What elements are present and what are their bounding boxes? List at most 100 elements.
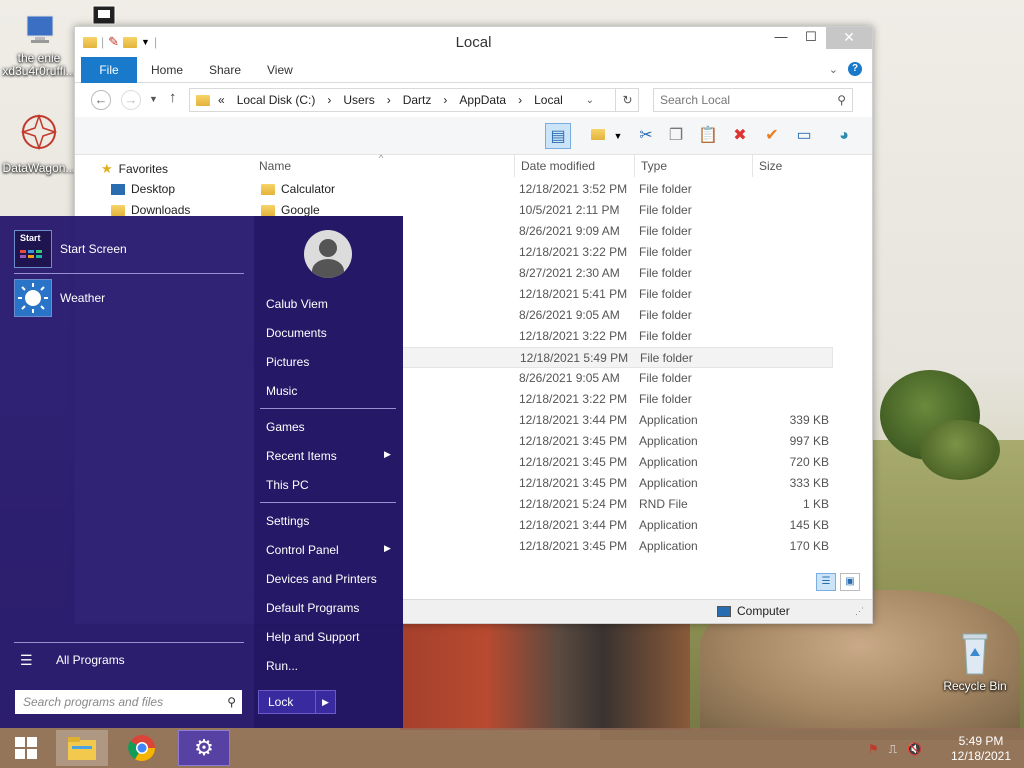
- user-avatar[interactable]: [304, 230, 352, 278]
- maximize-button[interactable]: ☐: [796, 27, 826, 49]
- breadcrumb-item[interactable]: Users: [343, 93, 374, 107]
- volume-muted-icon[interactable]: 🔇: [907, 742, 922, 756]
- help-icon[interactable]: ?: [848, 62, 862, 76]
- breadcrumb-sep[interactable]: ›: [518, 93, 522, 107]
- nav-downloads[interactable]: Downloads: [111, 203, 190, 217]
- desktop-icon-recycle-bin[interactable]: Recycle Bin: [936, 630, 1014, 693]
- weather-tile[interactable]: [14, 279, 52, 317]
- chevron-right-icon[interactable]: ▶: [315, 691, 335, 713]
- window-controls: — ☐ ✕: [766, 27, 872, 49]
- breadcrumb-sep[interactable]: ›: [443, 93, 447, 107]
- menu-label: Run...: [266, 659, 299, 673]
- menu-item-help-support[interactable]: Help and Support: [266, 630, 359, 644]
- breadcrumb-chevron[interactable]: «: [218, 93, 225, 107]
- tab-home[interactable]: Home: [151, 57, 183, 83]
- move-to-icon[interactable]: [585, 123, 611, 149]
- tab-share[interactable]: Share: [209, 57, 241, 83]
- row-date: 12/18/2021 3:22 PM: [519, 392, 628, 406]
- row-date: 8/26/2021 9:05 AM: [519, 308, 620, 322]
- breadcrumb-sep[interactable]: ›: [327, 93, 331, 107]
- up-button[interactable]: ↑: [169, 89, 177, 106]
- menu-item-settings[interactable]: Settings: [266, 514, 309, 528]
- menu-item-recent-items[interactable]: Recent Items ▶: [266, 449, 391, 463]
- recent-locations-icon[interactable]: ▼: [149, 94, 158, 104]
- start-screen-tile[interactable]: Start: [14, 230, 52, 268]
- minimize-button[interactable]: —: [766, 27, 796, 49]
- start-screen-label[interactable]: Start Screen: [60, 242, 127, 256]
- column-date[interactable]: Date modified: [515, 155, 635, 177]
- breadcrumb-sep[interactable]: ›: [387, 93, 391, 107]
- row-type: Application: [639, 518, 698, 532]
- delete-icon[interactable]: ✖: [727, 123, 753, 149]
- breadcrumb-item[interactable]: Local Disk (C:): [237, 93, 316, 107]
- avatar-body: [312, 259, 344, 278]
- all-programs[interactable]: All Programs: [56, 653, 125, 667]
- forward-button[interactable]: →: [121, 90, 141, 110]
- cut-icon[interactable]: ✂: [633, 123, 659, 149]
- nav-favorites[interactable]: ★ Favorites: [101, 161, 168, 177]
- large-icons-view-icon[interactable]: ▣: [840, 573, 860, 591]
- chevron-down-icon[interactable]: ⌄: [829, 63, 838, 76]
- address-bar[interactable]: « Local Disk (C:) › Users › Dartz › AppD…: [189, 88, 639, 112]
- chevron-down-icon[interactable]: ▼: [611, 123, 625, 149]
- desktop-icon-datawagon[interactable]: DataWagon...: [0, 110, 78, 175]
- taskbar-chrome[interactable]: [116, 730, 168, 766]
- datawagon-icon: [19, 110, 59, 151]
- copy-icon[interactable]: ❐: [663, 123, 689, 149]
- preview-pane-icon[interactable]: ▤: [545, 123, 571, 149]
- row-type: File folder: [639, 308, 692, 322]
- taskbar-settings[interactable]: ⚙: [178, 730, 230, 766]
- column-size[interactable]: Size: [753, 155, 833, 177]
- resize-grip-icon[interactable]: ⋰: [855, 606, 864, 617]
- menu-item-games[interactable]: Games: [266, 420, 305, 434]
- breadcrumb-item[interactable]: Local: [534, 93, 563, 107]
- table-row[interactable]: Calculator 12/18/2021 3:52 PM File folder: [253, 179, 833, 200]
- user-name[interactable]: Calub Viem: [266, 297, 328, 311]
- start-search-input[interactable]: Search programs and files ⚲: [15, 690, 242, 714]
- globe-icon[interactable]: ◕: [831, 123, 857, 149]
- row-size: 997 KB: [789, 434, 829, 448]
- chevron-down-icon[interactable]: ⌄: [586, 95, 594, 106]
- taskbar-explorer[interactable]: [56, 730, 108, 766]
- row-date: 12/18/2021 3:22 PM: [519, 329, 628, 343]
- menu-item-control-panel[interactable]: Control Panel ▶: [266, 543, 391, 557]
- column-name[interactable]: Name ^: [253, 153, 515, 177]
- start-button[interactable]: [0, 730, 52, 766]
- menu-item-run[interactable]: Run...: [266, 659, 298, 673]
- column-type[interactable]: Type: [635, 155, 753, 177]
- row-date: 12/18/2021 5:49 PM: [520, 351, 629, 365]
- desktop-icon-shortcut[interactable]: [84, 4, 124, 28]
- details-view-icon[interactable]: ☰: [816, 573, 836, 591]
- back-button[interactable]: ←: [91, 90, 111, 110]
- menu-item-default-programs[interactable]: Default Programs: [266, 601, 359, 615]
- gear-icon: ⚙: [194, 735, 214, 760]
- ribbon-tabs: File Home Share View ⌄ ?: [75, 57, 872, 83]
- lock-button[interactable]: Lock ▶: [258, 690, 336, 714]
- row-type: Application: [639, 413, 698, 427]
- tab-view[interactable]: View: [267, 57, 293, 83]
- nav-desktop[interactable]: Desktop: [111, 182, 175, 196]
- rename-icon[interactable]: ▭: [791, 123, 817, 149]
- weather-label[interactable]: Weather: [60, 291, 105, 305]
- checkmark-icon[interactable]: ✔: [759, 123, 785, 149]
- tab-file[interactable]: File: [81, 57, 137, 83]
- network-icon[interactable]: ⎍: [889, 742, 897, 757]
- breadcrumb-item[interactable]: AppData: [459, 93, 506, 107]
- windows-logo-icon: [15, 737, 37, 759]
- desktop-icon-remote[interactable]: the enie xd3u4r0ruffi...: [0, 10, 78, 78]
- row-name: Calculator: [261, 179, 335, 200]
- refresh-button[interactable]: ↻: [615, 89, 639, 111]
- menu-item-documents[interactable]: Documents: [266, 326, 327, 340]
- row-type: Application: [639, 434, 698, 448]
- close-button[interactable]: ✕: [826, 27, 872, 49]
- action-center-flag-icon[interactable]: ⚑: [868, 742, 879, 756]
- clock[interactable]: 5:49 PM 12/18/2021: [946, 734, 1016, 764]
- menu-item-this-pc[interactable]: This PC: [266, 478, 309, 492]
- tiles-grid-icon: [20, 250, 42, 258]
- breadcrumb-item[interactable]: Dartz: [403, 93, 432, 107]
- search-input[interactable]: Search Local ⚲: [653, 88, 853, 112]
- paste-icon[interactable]: 📋: [695, 123, 721, 149]
- menu-item-devices-printers[interactable]: Devices and Printers: [266, 572, 377, 586]
- menu-item-pictures[interactable]: Pictures: [266, 355, 309, 369]
- menu-item-music[interactable]: Music: [266, 384, 297, 398]
